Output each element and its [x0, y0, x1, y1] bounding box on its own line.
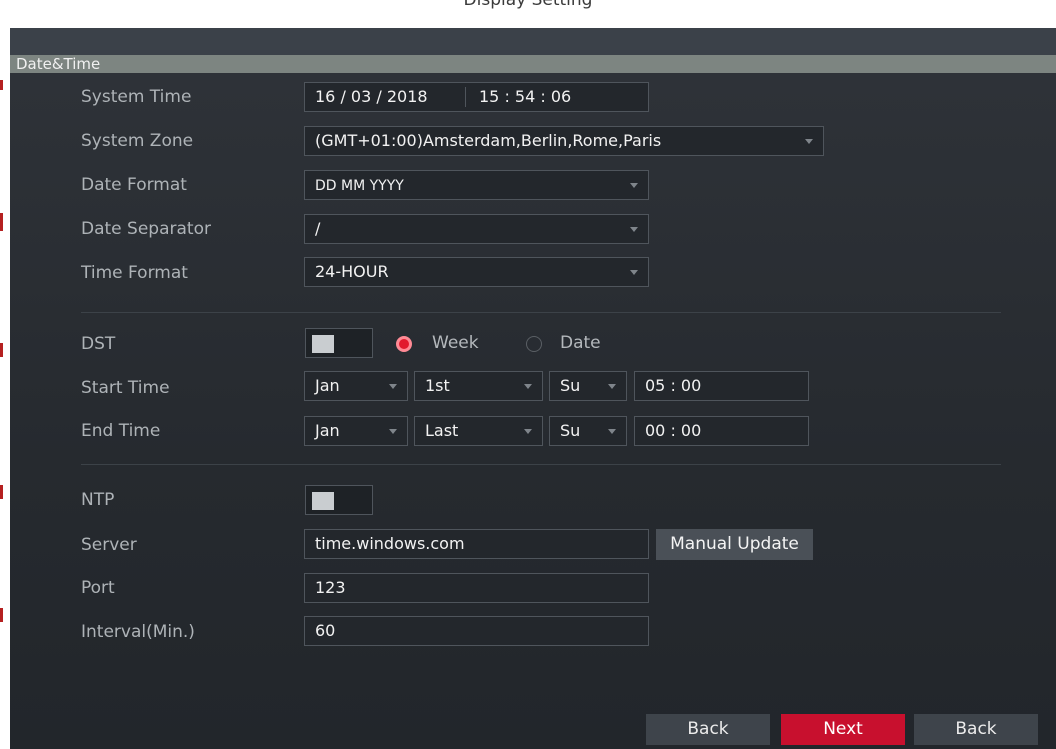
time-format-value: 24-HOUR [315, 262, 389, 281]
system-zone-value: (GMT+01:00)Amsterdam,Berlin,Rome,Paris [315, 131, 662, 150]
server-input[interactable]: time.windows.com [304, 529, 649, 559]
end-time-input[interactable]: 00 : 00 [634, 416, 809, 446]
date-format-value: DD MM YYYY [315, 178, 404, 194]
section-title: Date&Time [16, 55, 101, 73]
chevron-down-icon [524, 429, 532, 434]
end-week-select[interactable]: Last [414, 416, 543, 446]
interval-input[interactable]: 60 [304, 616, 649, 646]
interval-value: 60 [315, 621, 336, 640]
system-time-field[interactable]: 16 / 03 / 2018 15 : 54 : 06 [304, 82, 649, 112]
start-day-select[interactable]: Su [549, 371, 627, 401]
dst-date-label[interactable]: Date [560, 333, 601, 353]
date-format-select[interactable]: DD MM YYYY [304, 170, 649, 200]
chevron-down-icon [630, 183, 638, 188]
title-bar: Display Setting [0, 0, 1056, 28]
port-input[interactable]: 123 [304, 573, 649, 603]
manual-update-button[interactable]: Manual Update [656, 529, 813, 560]
chevron-down-icon [805, 139, 813, 144]
port-label: Port [81, 578, 115, 598]
system-zone-label: System Zone [81, 131, 194, 151]
chevron-down-icon [608, 384, 616, 389]
chevron-down-icon [630, 227, 638, 232]
back-button[interactable]: Back [646, 714, 770, 745]
time-format-select[interactable]: 24-HOUR [304, 257, 649, 287]
end-week-value: Last [425, 421, 459, 440]
system-clock-value[interactable]: 15 : 54 : 06 [479, 83, 571, 111]
dst-date-radio[interactable] [526, 336, 542, 352]
chevron-down-icon [630, 270, 638, 275]
edge-mark [0, 80, 3, 90]
end-month-select[interactable]: Jan [304, 416, 408, 446]
date-separator-select[interactable]: / [304, 214, 649, 244]
edge-mark [0, 608, 3, 622]
start-month-select[interactable]: Jan [304, 371, 408, 401]
port-value: 123 [315, 578, 346, 597]
time-format-label: Time Format [81, 263, 188, 283]
chevron-down-icon [389, 429, 397, 434]
ntp-label: NTP [81, 490, 115, 510]
start-week-select[interactable]: 1st [414, 371, 543, 401]
date-separator-label: Date Separator [81, 219, 211, 239]
section-divider [81, 312, 1001, 313]
server-value: time.windows.com [315, 534, 465, 553]
edge-mark [0, 485, 3, 499]
section-header-bar [10, 55, 1056, 73]
system-time-label: System Time [81, 87, 192, 107]
toggle-knob [312, 492, 334, 510]
end-time-label: End Time [81, 421, 161, 441]
toggle-knob [312, 335, 334, 353]
dst-week-radio[interactable] [396, 336, 412, 352]
start-time-value: 05 : 00 [645, 376, 702, 395]
date-separator-value: / [315, 219, 321, 238]
panel-header [10, 28, 1056, 55]
system-date-value[interactable]: 16 / 03 / 2018 [315, 83, 428, 111]
back-button-secondary[interactable]: Back [914, 714, 1038, 745]
interval-label: Interval(Min.) [81, 622, 195, 642]
date-format-label: Date Format [81, 175, 187, 195]
dst-toggle[interactable] [305, 328, 373, 358]
chevron-down-icon [608, 429, 616, 434]
divider [465, 87, 466, 107]
edge-mark [0, 343, 3, 357]
start-month-value: Jan [315, 376, 340, 395]
dst-week-label[interactable]: Week [432, 333, 479, 353]
start-week-value: 1st [425, 376, 450, 395]
end-month-value: Jan [315, 421, 340, 440]
dst-label: DST [81, 334, 116, 354]
section-divider [81, 464, 1001, 465]
chevron-down-icon [389, 384, 397, 389]
next-button[interactable]: Next [781, 714, 905, 745]
start-day-value: Su [560, 376, 581, 395]
system-zone-select[interactable]: (GMT+01:00)Amsterdam,Berlin,Rome,Paris [304, 126, 824, 156]
edge-mark [0, 213, 3, 231]
end-day-value: Su [560, 421, 581, 440]
start-time-label: Start Time [81, 378, 170, 398]
start-time-input[interactable]: 05 : 00 [634, 371, 809, 401]
server-label: Server [81, 535, 137, 555]
chevron-down-icon [524, 384, 532, 389]
end-time-value: 00 : 00 [645, 421, 702, 440]
window-title: Display Setting [463, 0, 593, 10]
end-day-select[interactable]: Su [549, 416, 627, 446]
ntp-toggle[interactable] [305, 485, 373, 515]
